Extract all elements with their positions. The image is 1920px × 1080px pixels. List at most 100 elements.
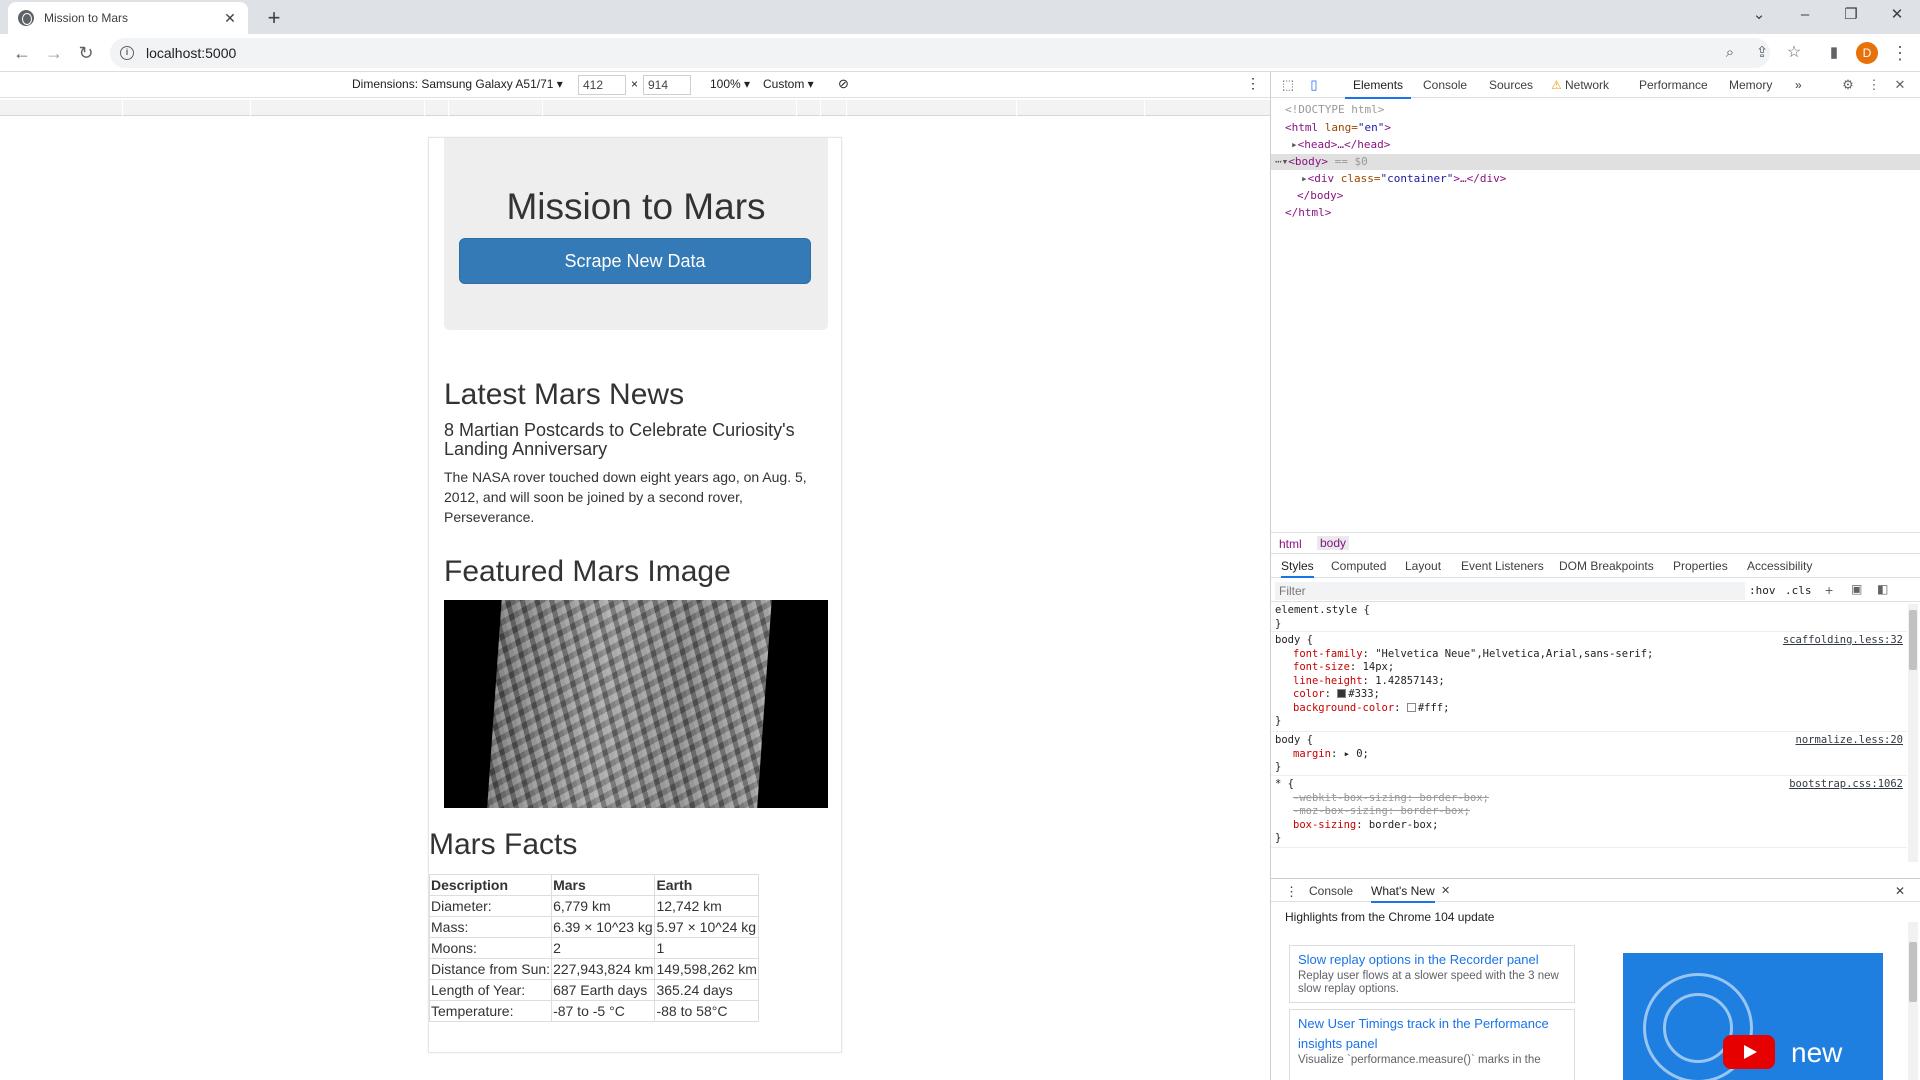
- tab-network[interactable]: Network: [1565, 78, 1609, 92]
- inspect-element-icon[interactable]: ⬚: [1279, 76, 1297, 94]
- device-width-input[interactable]: 412: [578, 75, 626, 95]
- style-rule-body-scaffolding[interactable]: scaffolding.less:32 body { font-family: …: [1271, 634, 1907, 732]
- zoom-select[interactable]: 100% ▾: [710, 77, 750, 91]
- device-dimensions-select[interactable]: Dimensions: Samsung Galaxy A51/71 ▾: [352, 77, 563, 91]
- paint-icon[interactable]: ▣: [1851, 582, 1862, 596]
- mars-facts-table: Description Mars Earth Diameter: 6,779 km…: [429, 874, 759, 1022]
- side-panel-icon[interactable]: ▮: [1820, 39, 1848, 67]
- style-source-link[interactable]: normalize.less:20: [1796, 734, 1903, 746]
- tab-event-listeners[interactable]: Event Listeners: [1461, 559, 1544, 573]
- reload-icon[interactable]: ↻: [72, 39, 100, 67]
- drawer-tab-console[interactable]: Console: [1309, 884, 1353, 898]
- device-height-input[interactable]: 914: [643, 75, 691, 95]
- tab-properties[interactable]: Properties: [1673, 559, 1728, 573]
- cls-toggle[interactable]: .cls: [1785, 584, 1812, 597]
- browser-menu-icon[interactable]: ⋮: [1886, 39, 1914, 67]
- tab-search-icon[interactable]: ⌄: [1736, 0, 1782, 30]
- dom-node-body[interactable]: ⋯▾<body> == $0: [1271, 154, 1920, 170]
- dom-node-html-close[interactable]: </html>: [1285, 205, 1331, 221]
- new-tab-button[interactable]: +: [260, 4, 288, 32]
- table-cell: 149,598,262 km: [654, 958, 759, 980]
- breadcrumb-body[interactable]: body: [1317, 536, 1350, 550]
- hov-toggle[interactable]: :hov: [1749, 584, 1776, 597]
- table-cell: Distance from Sun:: [429, 958, 553, 980]
- whats-new-video[interactable]: new: [1623, 953, 1883, 1080]
- rotate-icon[interactable]: ⊘: [838, 76, 849, 92]
- close-drawer-icon[interactable]: ✕: [1895, 884, 1905, 898]
- table-row: Length of Year: 687 Earth days 365.24 days: [429, 979, 759, 1001]
- zoom-icon[interactable]: ⌕: [1716, 39, 1744, 67]
- tab-memory[interactable]: Memory: [1729, 78, 1772, 92]
- tab-accessibility[interactable]: Accessibility: [1747, 559, 1812, 573]
- throttle-select[interactable]: Custom ▾: [763, 77, 814, 91]
- tab-sources[interactable]: Sources: [1489, 78, 1533, 92]
- whats-new-card[interactable]: New User Timings track in the Performanc…: [1289, 1009, 1575, 1080]
- facts-heading: Mars Facts: [429, 828, 578, 861]
- table-cell: Temperature:: [429, 1000, 553, 1022]
- tab-computed[interactable]: Computed: [1331, 559, 1386, 573]
- table-cell: -88 to 58°C: [654, 1000, 759, 1022]
- style-source-link[interactable]: scaffolding.less:32: [1783, 634, 1903, 646]
- styles-filter-input[interactable]: Filter: [1275, 582, 1745, 600]
- tab-styles[interactable]: Styles: [1281, 559, 1314, 578]
- color-swatch[interactable]: [1406, 702, 1416, 712]
- color-swatch[interactable]: [1337, 689, 1347, 698]
- dom-node-body-close[interactable]: </body>: [1297, 188, 1343, 204]
- address-bar[interactable]: i localhost:5000: [110, 38, 1770, 68]
- tab-elements[interactable]: Elements: [1344, 78, 1412, 99]
- media-query-ruler[interactable]: [0, 100, 1270, 116]
- card-title[interactable]: Slow replay options in the Recorder pane…: [1298, 950, 1566, 970]
- drawer-menu-icon[interactable]: ⋮: [1285, 884, 1298, 900]
- device-toolbar-more-icon[interactable]: ⋮: [1246, 75, 1260, 92]
- style-source-link[interactable]: bootstrap.css:1062: [1789, 778, 1903, 790]
- back-icon[interactable]: ←: [8, 39, 36, 67]
- table-cell: 5.97 × 10^24 kg: [654, 916, 759, 938]
- share-icon[interactable]: ⇪: [1748, 39, 1776, 67]
- tab-console[interactable]: Console: [1423, 78, 1467, 92]
- table-cell: 2: [551, 937, 656, 959]
- device-toggle-icon[interactable]: ▯: [1305, 76, 1323, 94]
- tab-dom-breakpoints[interactable]: DOM Breakpoints: [1559, 559, 1654, 573]
- sidebar-toggle-icon[interactable]: ◧: [1877, 582, 1888, 596]
- scrape-new-data-button[interactable]: Scrape New Data: [459, 238, 811, 284]
- drawer-tab-whats-new[interactable]: What's New: [1371, 884, 1435, 903]
- drawer-tabbar: ⋮ Console What's New ✕ ✕: [1271, 878, 1920, 903]
- more-tabs-icon[interactable]: »: [1795, 78, 1802, 92]
- style-rule-element[interactable]: element.style { }: [1271, 604, 1907, 632]
- settings-gear-icon[interactable]: ⚙: [1839, 76, 1857, 94]
- devtools-tabbar: ⬚ ▯ Elements Console Sources ⚠ Network P…: [1271, 72, 1920, 99]
- tab-close-icon[interactable]: ✕: [222, 10, 238, 27]
- style-rule-universal[interactable]: bootstrap.css:1062 * { -webkit-box-sizin…: [1271, 778, 1907, 848]
- table-row: Mass: 6.39 × 10^23 kg 5.97 × 10^24 kg: [429, 916, 759, 938]
- new-rule-icon[interactable]: +: [1825, 582, 1833, 598]
- table-cell: -87 to -5 °C: [551, 1000, 656, 1022]
- drawer-scrollbar[interactable]: [1908, 922, 1918, 1080]
- styles-scrollbar[interactable]: [1908, 604, 1918, 862]
- site-info-icon[interactable]: i: [120, 46, 134, 60]
- whats-new-card[interactable]: Slow replay options in the Recorder pane…: [1289, 945, 1575, 1003]
- close-devtools-icon[interactable]: ✕: [1891, 76, 1909, 94]
- dom-node-container[interactable]: ▸<div class="container">…</div>: [1301, 171, 1506, 187]
- browser-tab[interactable]: Mission to Mars ✕: [8, 2, 248, 34]
- tab-layout[interactable]: Layout: [1405, 559, 1441, 573]
- youtube-play-icon[interactable]: [1723, 1035, 1775, 1069]
- card-description: Replay user flows at a slower speed with…: [1298, 970, 1559, 995]
- dom-node-doctype[interactable]: <!DOCTYPE html>: [1285, 102, 1384, 118]
- tab-performance[interactable]: Performance: [1639, 78, 1708, 92]
- profile-avatar[interactable]: D: [1856, 42, 1878, 64]
- card-title[interactable]: New User Timings track in the Performanc…: [1298, 1014, 1566, 1054]
- forward-icon[interactable]: →: [40, 39, 68, 67]
- table-cell: 6.39 × 10^23 kg: [551, 916, 656, 938]
- close-window-button[interactable]: ✕: [1874, 0, 1920, 30]
- restore-button[interactable]: ❐: [1828, 0, 1874, 30]
- table-header-cell: Earth: [654, 874, 759, 896]
- styles-pane: element.style { } scaffolding.less:32 bo…: [1271, 604, 1907, 862]
- dom-node-html[interactable]: <html lang="en">: [1285, 120, 1391, 136]
- bookmark-star-icon[interactable]: ☆: [1780, 39, 1808, 67]
- breadcrumb-html[interactable]: html: [1279, 537, 1302, 551]
- close-whats-new-icon[interactable]: ✕: [1441, 884, 1450, 897]
- minimize-button[interactable]: –: [1782, 0, 1828, 30]
- devtools-menu-icon[interactable]: ⋮: [1865, 76, 1883, 94]
- style-rule-body-normalize[interactable]: normalize.less:20 body { margin: ▸ 0; }: [1271, 734, 1907, 776]
- dom-node-head[interactable]: ▸<head>…</head>: [1291, 137, 1390, 153]
